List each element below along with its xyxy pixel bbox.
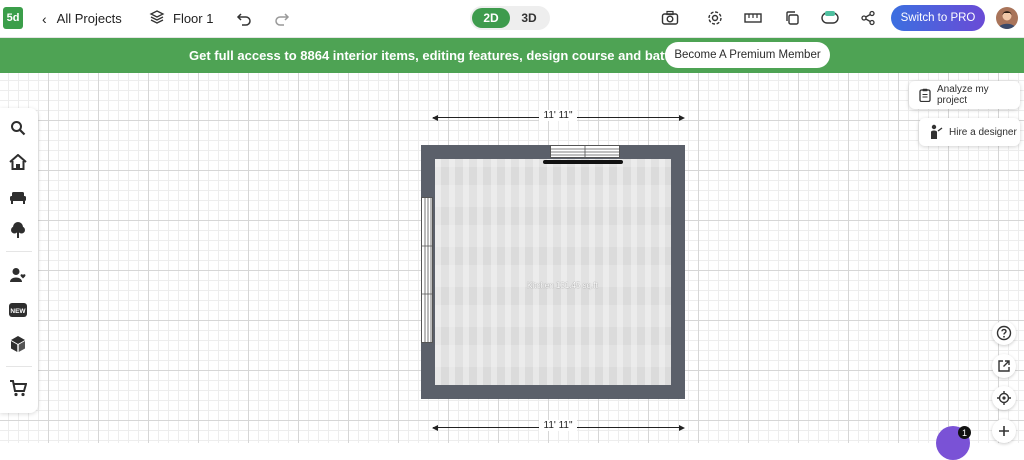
banner-text: Get full access to 8864 interior items, … [189,48,687,63]
analyze-project-button[interactable]: Analyze my project [909,81,1020,109]
shopping-cart-icon[interactable] [8,378,28,398]
app-logo[interactable]: 5d [3,7,23,29]
window-left[interactable] [421,197,433,343]
arrow-left-icon [432,425,438,431]
sidebar-divider [6,251,32,252]
clipboard-icon [919,88,931,102]
back-to-projects-link[interactable]: ‹ All Projects [42,0,122,37]
left-sidebar: NEW [0,108,38,413]
room-walls[interactable]: Kitchen 131.45 sq.ft [421,145,685,399]
arrow-left-icon [432,115,438,121]
arrow-right-icon [679,115,685,121]
share-icon[interactable] [858,8,878,28]
analyze-project-label: Analyze my project [937,84,989,106]
search-icon[interactable] [8,118,28,138]
become-premium-button[interactable]: Become A Premium Member [665,42,830,68]
view-2d-button[interactable]: 2D [472,8,510,28]
box-upload-icon[interactable] [8,334,28,354]
external-link-icon[interactable] [992,354,1016,378]
window-top[interactable] [550,145,620,158]
avatar[interactable] [996,7,1018,29]
favorites-icon[interactable] [8,265,28,285]
hire-designer-button[interactable]: Hire a designer [919,118,1020,146]
room-floor[interactable]: Kitchen 131.45 sq.ft [435,159,671,385]
copy-icon[interactable] [782,8,802,28]
premium-promo-banner: Get full access to 8864 interior items, … [0,38,1024,73]
home-icon[interactable] [8,152,28,172]
sidebar-divider [6,366,32,367]
undo-icon[interactable] [234,8,254,28]
redo-icon[interactable] [272,8,292,28]
mixed-reality-icon[interactable] [820,8,840,28]
svg-text:NEW: NEW [10,308,26,315]
hire-designer-label: Hire a designer [949,126,1017,138]
dimension-bottom: 11' 11" [432,420,685,433]
help-icon[interactable] [992,321,1016,345]
dimension-bottom-label: 11' 11" [539,420,577,431]
locate-icon[interactable] [992,386,1016,410]
new-badge-icon[interactable]: NEW [8,300,28,320]
arrow-right-icon [679,425,685,431]
notification-count-badge: 1 [958,426,971,439]
floor-selector[interactable]: Floor 1 [149,0,213,37]
all-projects-label: All Projects [56,11,122,26]
chevron-left-icon: ‹ [42,10,47,27]
room-label[interactable]: Kitchen 131.45 sq.ft [527,281,598,290]
furniture-icon[interactable] [8,187,28,207]
layers-icon [149,9,165,28]
switch-to-pro-button[interactable]: Switch to PRO [891,5,985,31]
tree-icon[interactable] [8,220,28,240]
view-mode-toggle: 2D 3D [470,6,550,30]
zoom-in-icon[interactable] [992,419,1016,443]
designer-icon [929,124,943,140]
dimension-top-label: 11' 11" [539,110,577,121]
door-top[interactable] [543,160,623,164]
floor-label: Floor 1 [173,11,214,26]
view-3d-button[interactable]: 3D [510,8,548,28]
gear-icon[interactable] [705,8,725,28]
ruler-icon[interactable] [743,8,763,28]
camera-icon[interactable] [660,8,680,28]
top-toolbar: 5d ‹ All Projects Floor 1 2D 3D Switch t… [0,0,1024,38]
dimension-top: 11' 11" [432,110,685,123]
